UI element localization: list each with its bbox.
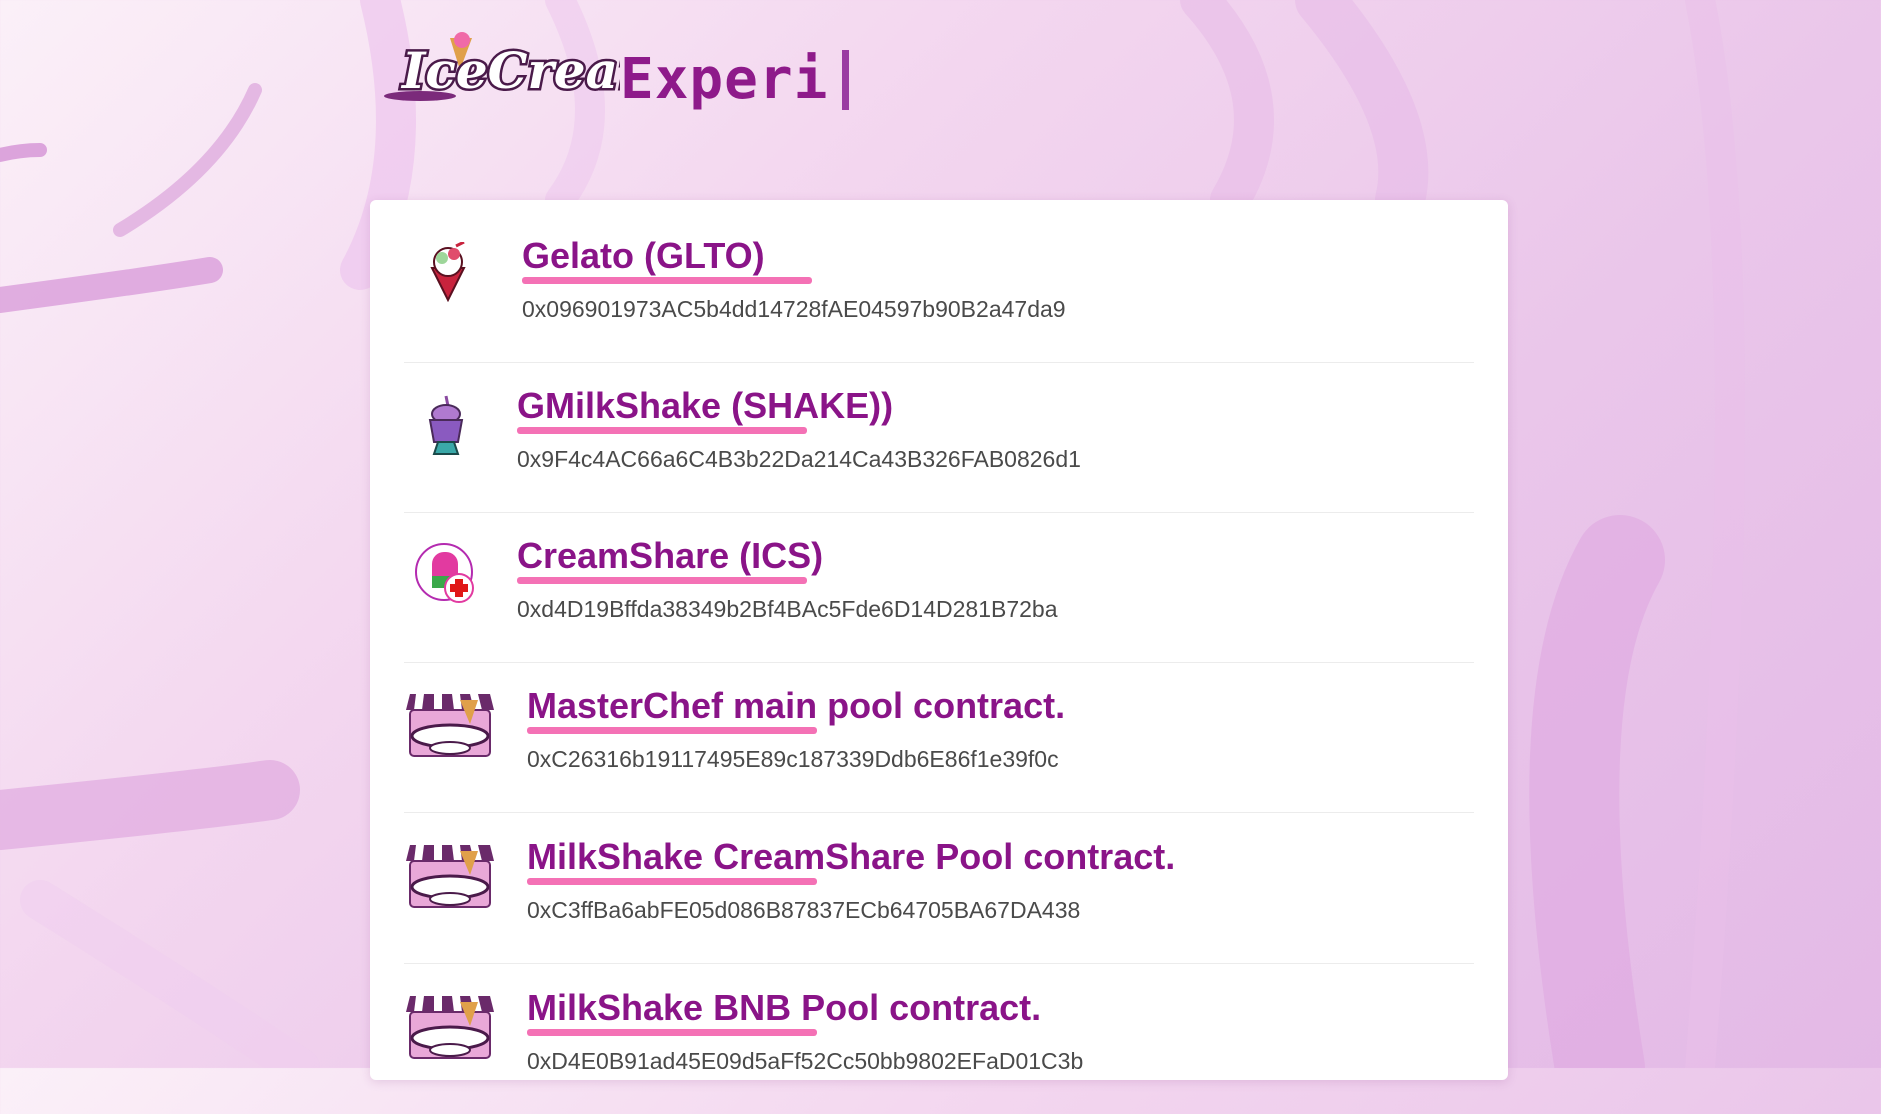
contract-address: 0xC3ffBa6abFE05d086B87837ECb64705BA67DA4… [527,897,1081,923]
icecream-farms-icon [406,694,494,757]
contract-address: 0xd4D19Bffda38349b2Bf4BAc5Fde6D14D281B72… [517,596,1058,622]
contract-item: GMilkShake (SHAKE)) 0x9F4c4AC66a6C4B3b22… [404,362,1474,513]
name-underline [527,1029,817,1036]
contract-name[interactable]: CreamShare (ICS) [517,534,823,578]
contract-item: MasterChef main pool contract. 0xC26316b… [404,662,1474,813]
contract-address: 0xC26316b19117495E89c187339Ddb6E86f1e39f… [527,746,1059,772]
creamshare-icon [415,543,474,603]
contract-item: MilkShake BNB Pool contract. 0xD4E0B91ad… [404,964,1474,1114]
contract-item: CreamShare (ICS) 0xd4D19Bffda38349b2Bf4B… [404,512,1474,663]
contracts-card: Gelato (GLTO) 0x096901973AC5b4dd14728fAE… [370,200,1508,1080]
icecream-logo[interactable]: IceCream [380,30,620,104]
text-cursor [842,50,850,110]
contract-item: MilkShake CreamShare Pool contract. 0xC3… [404,813,1474,964]
logo-text: IceCream [400,41,620,100]
typed-text: Experi [620,47,829,112]
contract-name[interactable]: Gelato (GLTO) [522,234,765,278]
contract-address: 0x096901973AC5b4dd14728fAE04597b90B2a47d… [522,296,1066,322]
contract-name[interactable]: MilkShake BNB Pool contract. [527,986,1041,1030]
name-underline [517,427,807,434]
milkshake-icon [428,395,464,455]
name-underline [527,878,817,885]
typed-heading: Experi [620,47,850,112]
contract-address: 0xD4E0B91ad45E09d5aFf52Cc50bb9802EFaD01C… [527,1048,1084,1074]
contract-item: Gelato (GLTO) 0x096901973AC5b4dd14728fAE… [404,212,1474,363]
contract-address: 0x9F4c4AC66a6C4B3b22Da214Ca43B326FAB0826… [517,446,1081,472]
contract-name[interactable]: MilkShake CreamShare Pool contract. [527,835,1175,879]
gelato-icon [430,242,466,302]
contract-name[interactable]: MasterChef main pool contract. [527,684,1065,728]
contract-name[interactable]: GMilkShake (SHAKE)) [517,384,893,428]
icecream-farms-icon [406,996,494,1059]
name-underline [527,727,817,734]
name-underline [522,277,812,284]
icecream-farms-icon [406,845,494,908]
name-underline [517,577,807,584]
